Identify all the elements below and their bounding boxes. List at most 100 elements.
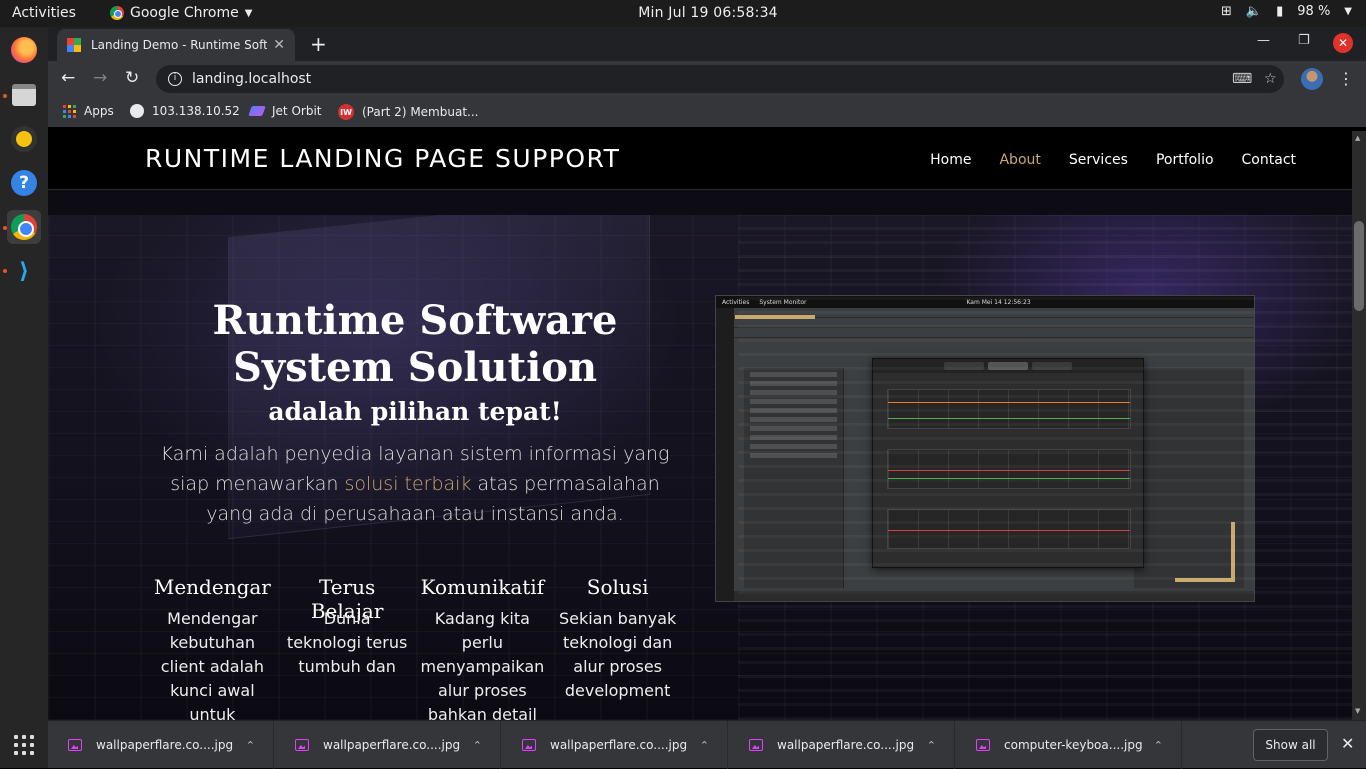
address-bar[interactable]: i landing.localhost: [156, 65, 1284, 93]
minimize-icon[interactable]: —: [1257, 33, 1270, 48]
chevron-up-icon[interactable]: ⌃: [473, 739, 482, 752]
bookmark-label: (Part 2) Membuat...: [362, 105, 479, 119]
network-graph: [887, 509, 1131, 549]
hero-description: Kami adalah penyedia layanan sistem info…: [145, 439, 685, 529]
forward-arrow-icon[interactable]: →: [93, 68, 107, 88]
download-item[interactable]: computer-keyboa....jpg ⌃: [956, 721, 1182, 769]
screenshot-palette: [744, 368, 844, 588]
bookmark-apps[interactable]: Apps: [63, 104, 114, 118]
chevron-up-icon[interactable]: ⌃: [927, 739, 936, 752]
hero-title: Runtime Software System Solution: [212, 297, 618, 391]
site-menu: Home About Services Portfolio Contact: [930, 152, 1296, 168]
system-top-bar: Activities Google Chrome ▼ Min Jul 19 06…: [0, 0, 1366, 27]
screenshot-tab: [1032, 362, 1072, 370]
battery-percent: 98 %: [1297, 4, 1331, 19]
scrollbar-thumb[interactable]: [1354, 221, 1364, 311]
nav-home[interactable]: Home: [930, 152, 971, 168]
dock: ? ⟩: [0, 27, 48, 768]
dock-chrome[interactable]: [7, 210, 41, 244]
bookmark-membuat[interactable]: IW (Part 2) Membuat...: [338, 104, 478, 120]
dock-vscode[interactable]: ⟩: [7, 254, 41, 288]
nav-about[interactable]: About: [999, 152, 1040, 168]
bookmark-ip[interactable]: 103.138.10.52: [130, 104, 240, 118]
chevron-up-icon[interactable]: ⌃: [246, 739, 255, 752]
nav-services[interactable]: Services: [1069, 152, 1128, 168]
volume-icon: 🔈: [1245, 4, 1263, 19]
jet-orbit-icon: [248, 106, 266, 116]
bookmark-star-icon[interactable]: ☆: [1264, 71, 1277, 87]
download-shelf: wallpaperflare.co....jpg ⌃ wallpaperflar…: [48, 720, 1366, 769]
tab-title: Landing Demo - Runtime Software: [91, 38, 268, 52]
bookmarks-bar: Apps 103.138.10.52 Jet Orbit IW (Part 2)…: [48, 97, 1366, 127]
tab-strip: Landing Demo - Runtime Software ✕ + — ❐ …: [48, 27, 1366, 61]
reload-icon[interactable]: ↻: [125, 68, 139, 88]
nav-portfolio[interactable]: Portfolio: [1156, 152, 1214, 168]
site-info-icon[interactable]: i: [168, 72, 182, 86]
translate-icon[interactable]: ⌨: [1232, 71, 1252, 87]
show-applications-icon[interactable]: [14, 735, 34, 755]
profile-avatar[interactable]: [1301, 68, 1323, 90]
feature-title: Mendengar: [153, 575, 271, 599]
tab-landing-demo[interactable]: Landing Demo - Runtime Software ✕: [57, 29, 295, 61]
site-navbar: RUNTIME LANDING PAGE SUPPORT Home About …: [48, 131, 1352, 190]
back-arrow-icon[interactable]: ←: [61, 68, 75, 88]
screenshot-tab: [944, 362, 984, 370]
feature-title: Komunikatif: [420, 575, 545, 599]
feature-text: Sekian banyak teknologi dan alur proses …: [558, 609, 677, 700]
bookmark-jet-orbit[interactable]: Jet Orbit: [248, 104, 321, 118]
iw-site-icon: IW: [338, 104, 354, 120]
close-window-button[interactable]: ✕: [1333, 33, 1353, 53]
maximize-icon[interactable]: ❐: [1298, 33, 1310, 48]
help-icon: ?: [11, 170, 37, 196]
feature-title: Solusi: [586, 575, 649, 599]
image-file-icon: [749, 739, 763, 751]
close-shelf-icon[interactable]: ✕: [1341, 734, 1354, 753]
close-tab-icon[interactable]: ✕: [273, 37, 285, 53]
browser-toolbar: ← → ↻ i landing.localhost ⌨ ☆ ⋮: [48, 61, 1366, 97]
battery-icon: ▮: [1276, 4, 1284, 19]
cpu-graph: [887, 389, 1131, 429]
memory-graph: [887, 449, 1131, 489]
screenshot-attributes: [1134, 368, 1244, 588]
chevron-up-icon[interactable]: ⌃: [700, 739, 709, 752]
download-filename: wallpaperflare.co....jpg: [323, 738, 461, 752]
chrome-icon: [11, 214, 37, 240]
address-text: landing.localhost: [192, 71, 312, 87]
screenshot-date: Kam Mei 14 12:56:23: [966, 298, 1031, 306]
dock-help[interactable]: ?: [7, 166, 41, 200]
favicon-icon: [67, 38, 81, 52]
image-file-icon: [522, 739, 536, 751]
download-item[interactable]: wallpaperflare.co....jpg ⌃: [48, 721, 274, 769]
clock[interactable]: Min Jul 19 06:58:34: [0, 5, 1366, 21]
page-scrollbar[interactable]: ▲ ▼: [1352, 131, 1366, 720]
menu-kebab-icon[interactable]: ⋮: [1338, 69, 1354, 88]
download-item[interactable]: wallpaperflare.co....jpg ⌃: [729, 721, 955, 769]
screenshot-dock: [716, 308, 734, 601]
bookmark-label: Apps: [84, 104, 114, 118]
scroll-up-icon[interactable]: ▲: [1355, 134, 1360, 142]
dock-rhythmbox[interactable]: [7, 122, 41, 156]
site-brand[interactable]: RUNTIME LANDING PAGE SUPPORT: [145, 144, 620, 173]
network-icon: ⊞: [1221, 4, 1232, 19]
new-tab-button[interactable]: +: [310, 32, 327, 56]
hero-screenshot: Activities System Monitor Kam Mei 14 12:…: [715, 295, 1255, 602]
nav-contact[interactable]: Contact: [1242, 152, 1296, 168]
apps-grid-icon: [63, 104, 76, 118]
download-item[interactable]: wallpaperflare.co....jpg ⌃: [502, 721, 728, 769]
screenshot-statusbar: [734, 591, 1254, 601]
screenshot-topbar: Activities System Monitor Kam Mei 14 12:…: [716, 296, 1254, 308]
download-item[interactable]: wallpaperflare.co....jpg ⌃: [275, 721, 501, 769]
dock-firefox[interactable]: [7, 33, 41, 67]
feature-text: Kadang kita perlu menyampaikan alur pros…: [420, 609, 545, 720]
chevron-up-icon[interactable]: ⌃: [1154, 739, 1163, 752]
hero-section: Runtime Software System Solution adalah …: [48, 215, 1352, 720]
feature-item: Komunikatif Kadang kita perlu menyampaik…: [415, 575, 551, 720]
dock-files[interactable]: [7, 78, 41, 112]
show-all-button[interactable]: Show all: [1253, 729, 1328, 761]
feature-text: Dunia teknologi terus tumbuh dan: [286, 609, 408, 676]
system-tray[interactable]: ⊞ 🔈 ▮ 98 % ▼: [1221, 4, 1352, 19]
vscode-icon: ⟩: [18, 258, 30, 284]
feature-text: Mendengar kebutuhan client adalah kunci …: [160, 609, 264, 720]
scroll-down-icon[interactable]: ▼: [1355, 707, 1360, 715]
feature-item: Terus Belajar Dunia teknologi terus tumb…: [280, 575, 415, 720]
